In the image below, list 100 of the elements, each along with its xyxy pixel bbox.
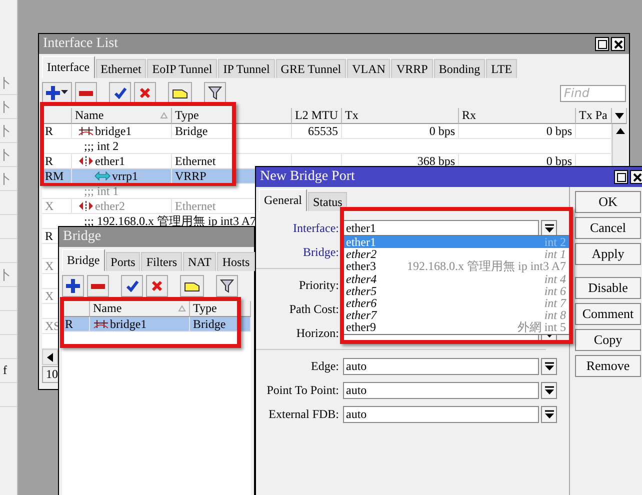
tab[interactable]: VLAN (347, 59, 390, 78)
field-label: Horizon: (295, 326, 340, 340)
column-header[interactable]: Name (72, 108, 172, 124)
tab[interactable]: Interface (42, 56, 95, 78)
dialog-button[interactable]: Copy (575, 329, 641, 351)
input-field[interactable]: auto (343, 358, 539, 374)
tab[interactable]: LTE (486, 59, 518, 78)
tab[interactable]: Bonding (434, 59, 486, 78)
dialog-button[interactable]: Cancel (575, 217, 641, 239)
flags-cell: R (62, 317, 90, 332)
filter-button[interactable] (204, 82, 226, 104)
cross-icon (139, 87, 151, 99)
left-arrow-icon (47, 352, 53, 362)
disable-button[interactable] (134, 82, 156, 104)
filter-button[interactable] (216, 275, 238, 297)
maximize-button[interactable] (614, 170, 628, 184)
dropdown-arrow-icon (544, 410, 554, 418)
column-header (42, 108, 72, 124)
minus-icon (79, 90, 93, 96)
column-header[interactable]: Name (90, 301, 190, 317)
tab[interactable]: General (259, 189, 307, 211)
field-label: Bridge: (302, 244, 340, 260)
dialog-button[interactable]: Comment (575, 303, 641, 325)
enable-button[interactable] (109, 82, 131, 104)
tab[interactable]: Ports (106, 252, 140, 271)
close-button[interactable] (630, 170, 642, 184)
dropdown-arrow-icon (544, 386, 554, 394)
table-cell: 0 bps (459, 124, 576, 139)
input-field[interactable]: auto (343, 382, 539, 398)
column-header[interactable]: Type (190, 301, 251, 317)
dropdown-option[interactable]: ether3 192.168.0.x 管理用無 ip int3 A7 (343, 260, 569, 273)
minus-icon (91, 284, 105, 288)
input-field[interactable]: auto (343, 406, 539, 422)
column-header[interactable]: Tx Pa (576, 108, 612, 124)
comment-button[interactable] (180, 275, 204, 297)
tab[interactable]: NAT (183, 252, 216, 271)
dropdown-arrow-icon (544, 362, 554, 370)
dialog-button[interactable]: Disable (575, 277, 641, 299)
column-menu-button[interactable] (612, 108, 627, 124)
column-header[interactable]: Type (172, 108, 292, 124)
cross-icon (151, 280, 163, 292)
window-title: Interface List (43, 36, 120, 52)
column-header[interactable]: L2 MTU (292, 108, 342, 124)
column-header[interactable]: Tx (342, 108, 459, 124)
plus-icon (66, 279, 80, 293)
close-icon (614, 40, 622, 48)
name-cell: bridge1 (72, 124, 172, 139)
table-cell: 65535 (292, 124, 342, 139)
add-button[interactable] (62, 275, 84, 297)
comment-button[interactable] (168, 82, 192, 104)
dialog-button[interactable]: OK (575, 191, 641, 213)
square-icon (616, 172, 626, 182)
remove-button[interactable] (75, 82, 97, 104)
arrow-icon (3, 100, 10, 112)
dropdown-button[interactable] (541, 382, 557, 398)
disable-button[interactable] (146, 275, 168, 297)
tab[interactable]: Status (308, 192, 348, 211)
ethernet-icon (78, 201, 94, 211)
column-header[interactable]: Rx (459, 108, 576, 124)
dropdown-button[interactable] (541, 358, 557, 374)
tab[interactable]: Bridge (62, 249, 105, 271)
check-icon (114, 87, 126, 99)
table-cell: 0 bps (342, 124, 459, 139)
dropdown-option[interactable]: ether9 外網 int 5 (343, 321, 569, 334)
tab[interactable]: Filters (141, 252, 182, 271)
dialog-button[interactable]: Apply (575, 243, 641, 265)
flags-cell: X (42, 199, 72, 214)
add-button[interactable] (42, 82, 72, 104)
tab[interactable]: Ethernet (96, 59, 146, 78)
tab[interactable]: Hosts (217, 252, 255, 271)
name-cell: bridge1 (90, 317, 190, 332)
close-icon (632, 172, 642, 182)
close-button[interactable] (611, 37, 625, 51)
arrow-icon (3, 124, 10, 136)
arrow-icon (3, 76, 10, 88)
plus-caret-icon (46, 86, 68, 100)
tab[interactable]: VRRP (391, 59, 433, 78)
double-arrow-icon (94, 171, 111, 181)
bridge-icon (78, 126, 94, 136)
dialog-button[interactable]: Remove (575, 355, 641, 377)
name-cell: ether2 (72, 199, 172, 214)
enable-button[interactable] (121, 275, 143, 297)
comment-row: ;;; int 2 (42, 139, 612, 154)
find-field[interactable]: Find (560, 84, 626, 102)
field-label: Path Cost: (288, 302, 340, 316)
input-field[interactable]: ether1 (343, 220, 539, 236)
field-label: External FDB: (268, 406, 340, 422)
remove-button[interactable] (87, 275, 109, 297)
dropdown-arrow-icon (544, 224, 554, 232)
tab[interactable]: EoIP Tunnel (147, 59, 218, 78)
flags-cell: R (42, 124, 72, 139)
note-icon (172, 87, 188, 99)
type-cell: Bridge (190, 317, 251, 332)
down-arrow-icon (614, 112, 624, 118)
maximize-button[interactable] (595, 37, 609, 51)
tab[interactable]: IP Tunnel (218, 59, 275, 78)
dropdown-button[interactable] (541, 220, 557, 236)
tab[interactable]: GRE Tunnel (276, 59, 346, 78)
field-label: Edge: (310, 358, 340, 374)
dropdown-button[interactable] (541, 406, 557, 422)
